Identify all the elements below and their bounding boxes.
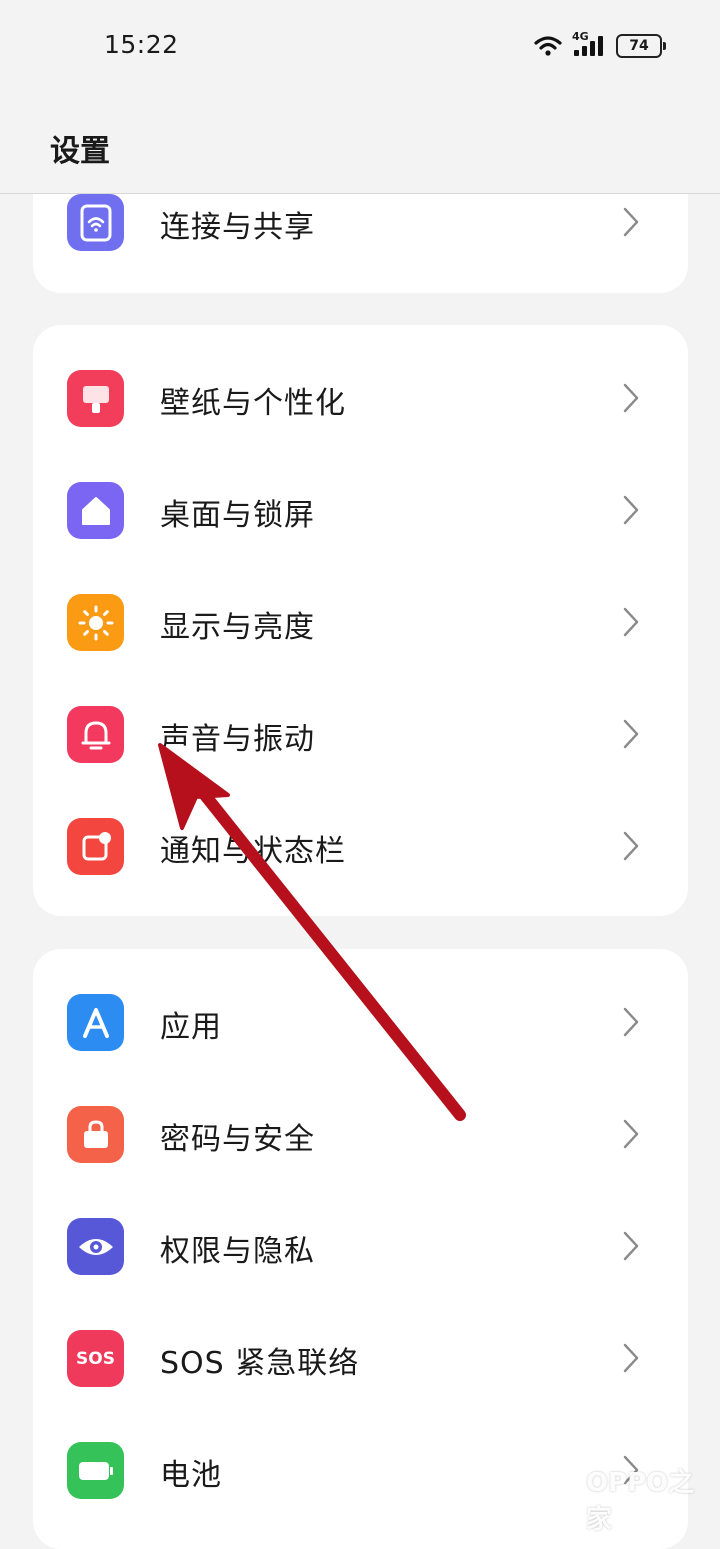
settings-item-sound-vibration[interactable]: 声音与振动 xyxy=(33,678,688,790)
chevron-right-icon xyxy=(623,831,639,861)
chevron-right-icon xyxy=(623,1343,639,1373)
status-time: 15:22 xyxy=(104,30,179,59)
watermark-text: OPPO之家 xyxy=(585,1468,695,1535)
settings-item-label: 显示与亮度 xyxy=(160,610,315,645)
chevron-right-icon xyxy=(623,1119,639,1149)
wallpaper-icon xyxy=(67,370,124,427)
watermark-logo-icon xyxy=(540,1477,580,1521)
settings-group-connectivity: 连接与共享 xyxy=(33,194,688,293)
apps-icon xyxy=(67,994,124,1051)
chevron-right-icon xyxy=(623,607,639,637)
settings-item-sos[interactable]: SOS SOS 紧急联络 xyxy=(33,1302,688,1414)
home-icon xyxy=(67,482,124,539)
settings-item-home-lock[interactable]: 桌面与锁屏 xyxy=(33,454,688,566)
settings-item-label: SOS 紧急联络 xyxy=(160,1346,360,1381)
settings-item-label: 连接与共享 xyxy=(160,210,315,245)
lock-bag-icon xyxy=(67,1106,124,1163)
chevron-right-icon xyxy=(623,207,639,237)
settings-group-system: 应用 密码与安全 权限与隐私 SOS SOS 紧急联络 电池 xyxy=(33,949,688,1549)
settings-item-notifications[interactable]: 通知与状态栏 xyxy=(33,790,688,902)
settings-item-label: 应用 xyxy=(160,1010,222,1045)
page-title: 设置 xyxy=(50,134,110,169)
bell-icon xyxy=(67,706,124,763)
settings-item-label: 桌面与锁屏 xyxy=(160,498,315,533)
chevron-right-icon xyxy=(623,383,639,413)
settings-group-personalization: 壁纸与个性化 桌面与锁屏 显示与亮度 声音与振动 通知与状态栏 xyxy=(33,325,688,916)
status-bar: 15:22 4G 74 xyxy=(0,0,720,92)
page-header: 设置 xyxy=(0,92,720,193)
status-icons: 4G 74 xyxy=(534,30,666,58)
sos-icon-text: SOS xyxy=(76,1348,115,1369)
settings-item-display-brightness[interactable]: 显示与亮度 xyxy=(33,566,688,678)
settings-item-password-security[interactable]: 密码与安全 xyxy=(33,1078,688,1190)
settings-item-label: 通知与状态栏 xyxy=(160,834,346,869)
settings-item-apps[interactable]: 应用 xyxy=(33,966,688,1078)
chevron-right-icon xyxy=(623,1007,639,1037)
battery-icon xyxy=(67,1442,124,1499)
battery-indicator: 74 xyxy=(616,34,666,58)
chevron-right-icon xyxy=(623,719,639,749)
cellular-signal-icon: 4G xyxy=(572,30,606,58)
wifi-signal-icon xyxy=(534,36,562,56)
settings-item-label: 声音与振动 xyxy=(160,722,315,757)
notification-icon xyxy=(67,818,124,875)
chevron-right-icon xyxy=(623,495,639,525)
settings-item-label: 电池 xyxy=(160,1458,222,1493)
settings-item-connection-sharing[interactable]: 连接与共享 xyxy=(33,194,688,278)
settings-item-wallpaper[interactable]: 壁纸与个性化 xyxy=(33,342,688,454)
settings-item-label: 壁纸与个性化 xyxy=(160,386,346,421)
sos-icon: SOS xyxy=(67,1330,124,1387)
watermark: OPPO之家 xyxy=(540,1462,720,1536)
settings-item-label: 密码与安全 xyxy=(160,1122,315,1157)
wifi-icon xyxy=(67,194,124,251)
settings-item-label: 权限与隐私 xyxy=(160,1234,315,1269)
settings-item-permissions-privacy[interactable]: 权限与隐私 xyxy=(33,1190,688,1302)
chevron-right-icon xyxy=(623,1231,639,1261)
eye-icon xyxy=(67,1218,124,1275)
sun-icon xyxy=(67,594,124,651)
